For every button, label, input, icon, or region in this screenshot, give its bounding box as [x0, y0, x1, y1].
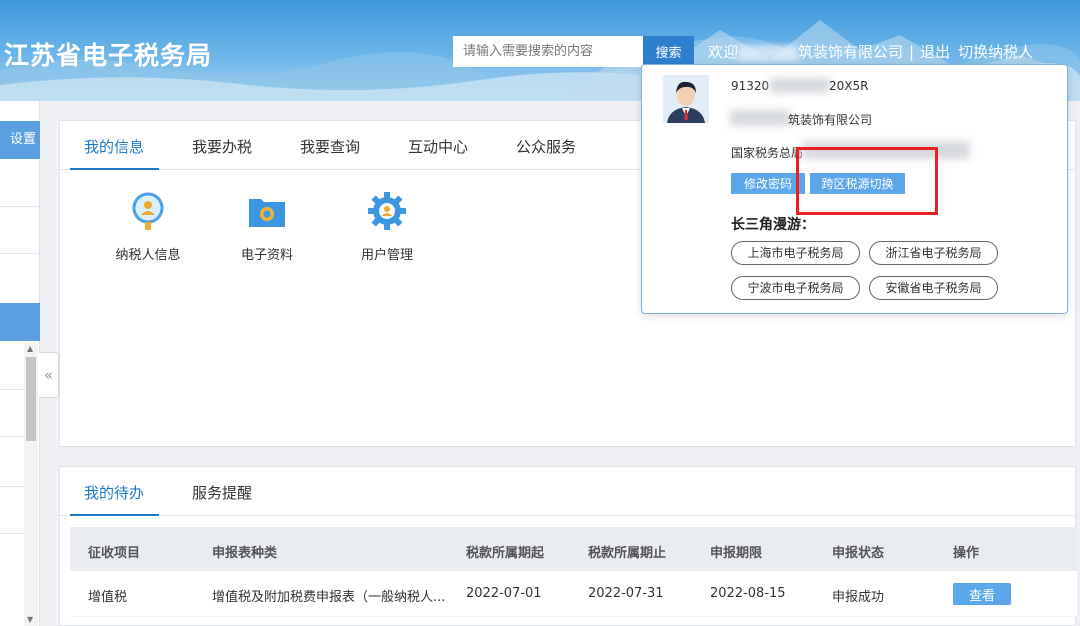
active-tab-indicator: [70, 168, 159, 170]
change-password-button[interactable]: 修改密码: [731, 173, 805, 194]
divider: [0, 253, 40, 254]
sidebar-item-active[interactable]: [0, 303, 40, 341]
collapse-sidebar-button[interactable]: «: [39, 352, 59, 398]
table-cell: 2022-08-15: [710, 586, 786, 601]
app-taxpayer-info[interactable]: 纳税人信息: [93, 191, 203, 263]
switch-taxpayer-link[interactable]: 切换纳税人: [958, 43, 1033, 61]
tab-interaction[interactable]: 互动中心: [408, 136, 468, 157]
app-label: 用户管理: [360, 248, 413, 263]
taxpayer-info-icon: [132, 192, 164, 230]
sidebar-item-settings[interactable]: 设置: [0, 121, 40, 159]
tax-id-blurred: [770, 78, 830, 93]
company-name: 筑装饰有限公司: [798, 43, 904, 61]
anhui-bureau-link[interactable]: 安徽省电子税务局: [869, 276, 998, 300]
view-button[interactable]: 查看: [953, 583, 1011, 605]
table-cell: 增值税及附加税费申报表（一般纳税人...: [212, 590, 446, 605]
tax-id-prefix: 91320: [731, 79, 770, 93]
scrollbar-thumb[interactable]: [26, 357, 36, 441]
app-user-management[interactable]: 用户管理: [332, 191, 442, 263]
column-header: 征收项目: [88, 546, 141, 561]
app-label: 电子资料: [240, 248, 293, 263]
folder-icon: [249, 199, 285, 227]
search-input[interactable]: [453, 36, 643, 67]
logout-link[interactable]: 退出: [920, 43, 950, 61]
table-header: 征收项目 申报表种类 税款所属期起 税款所属期止 申报期限 申报状态 操作: [70, 527, 1077, 571]
site-title: 江苏省电子税务局: [4, 41, 213, 70]
avatar: [663, 75, 709, 123]
column-header: 申报状态: [832, 546, 885, 561]
user-avatar-icon: [663, 75, 709, 123]
tab-service-reminder[interactable]: 服务提醒: [192, 482, 252, 503]
tab-my-todo[interactable]: 我的待办: [84, 482, 144, 503]
app-label: 纳税人信息: [115, 248, 181, 263]
divider: [0, 206, 40, 207]
sidebar-scrollbar[interactable]: ▲ ▼: [24, 343, 38, 626]
todo-panel: 我的待办 服务提醒 征收项目 申报表种类 税款所属期起 税款所属期止 申报期限 …: [59, 466, 1077, 626]
column-header: 税款所属期止: [588, 546, 667, 561]
bureau-prefix: 国家税务总局: [731, 146, 804, 160]
table-row: 增值税 增值税及附加税费申报表（一般纳税人... 2022-07-01 2022…: [70, 571, 1077, 617]
tab-my-info[interactable]: 我的信息: [84, 136, 144, 157]
user-bar: 欢迎 筑装饰有限公司 | 退出 切换纳税人: [708, 41, 1033, 62]
column-header: 操作: [953, 546, 980, 561]
table-cell: 2022-07-01: [466, 586, 542, 601]
company-name: 筑装饰有限公司: [788, 113, 873, 127]
active-tab-indicator: [70, 514, 159, 516]
column-header: 申报期限: [710, 546, 763, 561]
todo-tabs: 我的待办 服务提醒: [60, 467, 1075, 516]
table-cell: 增值税: [88, 590, 128, 605]
column-header: 申报表种类: [212, 546, 278, 561]
separator: |: [909, 43, 915, 61]
company-name-blurred: [738, 44, 799, 61]
search-button[interactable]: 搜索: [643, 36, 694, 67]
tab-public-service[interactable]: 公众服务: [516, 136, 576, 157]
shanghai-bureau-link[interactable]: 上海市电子税务局: [731, 241, 860, 265]
ningbo-bureau-link[interactable]: 宁波市电子税务局: [731, 276, 860, 300]
app-electronic-documents[interactable]: 电子资料: [212, 191, 322, 263]
zhejiang-bureau-link[interactable]: 浙江省电子税务局: [869, 241, 998, 265]
gear-user-icon: [368, 192, 406, 230]
status-text: 申报成功: [832, 590, 885, 605]
highlight-annotation: [796, 147, 938, 215]
welcome-text: 欢迎: [708, 43, 739, 61]
column-header: 税款所属期起: [466, 546, 545, 561]
table-cell: 2022-07-31: [588, 586, 664, 601]
yrd-roaming-title: 长三角漫游：: [731, 217, 815, 233]
scroll-down-icon[interactable]: ▼: [27, 615, 33, 624]
company-name-blurred: [730, 110, 790, 126]
tab-tax-handling[interactable]: 我要办税: [192, 136, 252, 157]
scroll-up-icon[interactable]: ▲: [27, 344, 33, 353]
tab-query[interactable]: 我要查询: [300, 136, 360, 157]
tax-id-suffix: 20X5R: [829, 79, 869, 93]
